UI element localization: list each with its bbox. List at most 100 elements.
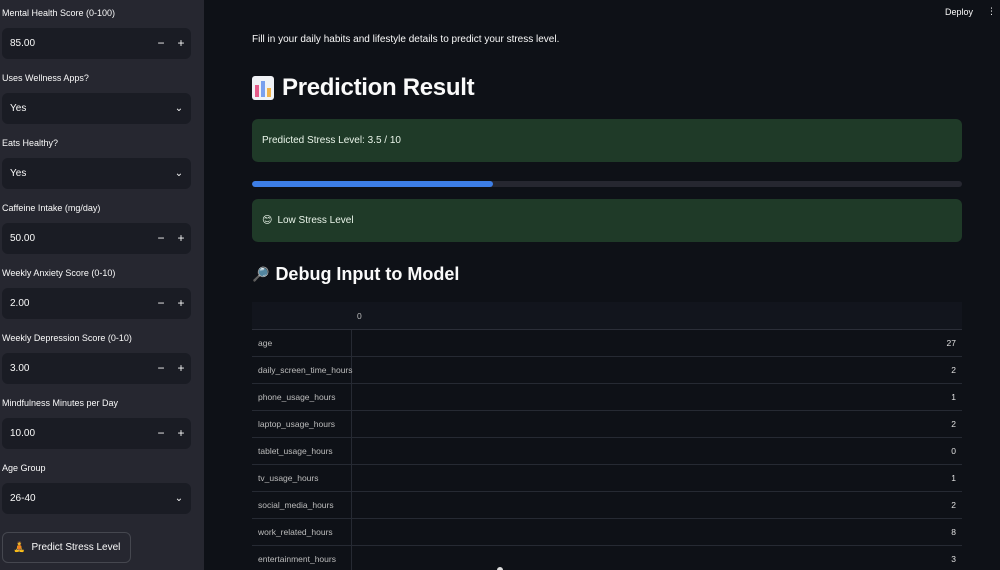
sidebar: Mental Health Score (0-100) 85.00− + Uses W… bbox=[0, 0, 204, 570]
input-value[interactable]: 26-40 bbox=[10, 493, 167, 504]
table-row[interactable]: social_media_hours 2 bbox=[252, 492, 962, 519]
progress-fill bbox=[252, 181, 494, 187]
table-row[interactable]: tablet_usage_hours 0 bbox=[252, 438, 962, 465]
predict-stress-button[interactable]: 🧘 Predict Stress Level bbox=[2, 532, 132, 563]
row-index: work_related_hours bbox=[252, 519, 352, 545]
top-bar: Deploy ⋮ bbox=[945, 6, 996, 17]
table-row[interactable]: phone_usage_hours 1 bbox=[252, 384, 962, 411]
stepper: − + bbox=[151, 418, 191, 449]
predicted-stress-alert: Predicted Stress Level: 3.5 / 10 bbox=[252, 119, 962, 162]
input-value[interactable]: Yes bbox=[10, 168, 167, 179]
table-header: 0 bbox=[252, 302, 962, 330]
plus-button[interactable]: + bbox=[171, 353, 191, 384]
debug-heading: 🔎 Debug Input to Model bbox=[252, 264, 459, 285]
row-value: 0 bbox=[951, 446, 956, 456]
row-value: 2 bbox=[951, 500, 956, 510]
minus-button[interactable]: − bbox=[151, 418, 171, 449]
row-value: 2 bbox=[951, 365, 956, 375]
debug-dataframe[interactable]: 0 age 27 daily_screen_time_hours 2 phone_usa… bbox=[252, 302, 962, 570]
row-index: age bbox=[252, 330, 352, 356]
select-dropdown[interactable]: Yes ⌄ bbox=[2, 158, 191, 189]
predict-button-label: Predict Stress Level bbox=[31, 542, 121, 553]
plus-button[interactable]: + bbox=[171, 288, 191, 319]
table-row[interactable]: entertainment_hours 3 bbox=[252, 546, 962, 570]
row-index: tablet_usage_hours bbox=[252, 438, 352, 464]
field-label: Weekly Anxiety Score (0-10) bbox=[2, 268, 116, 278]
column-header[interactable]: 0 bbox=[352, 311, 362, 321]
sidebar-field: Weekly Anxiety Score (0-10) 2.00− + bbox=[2, 266, 191, 319]
row-value: 27 bbox=[946, 338, 956, 348]
deploy-button[interactable]: Deploy bbox=[945, 7, 973, 17]
number-input[interactable]: 85.00− + bbox=[2, 28, 191, 59]
smile-icon: 😊 bbox=[262, 215, 273, 226]
table-row[interactable]: tv_usage_hours 1 bbox=[252, 465, 962, 492]
sidebar-field: Mindfulness Minutes per Day 10.00− + bbox=[2, 396, 191, 449]
row-value: 2 bbox=[951, 419, 956, 429]
row-index: phone_usage_hours bbox=[252, 384, 352, 410]
input-value[interactable]: 3.00 bbox=[10, 363, 151, 374]
input-value[interactable]: 2.00 bbox=[10, 298, 151, 309]
number-input[interactable]: 2.00− + bbox=[2, 288, 191, 319]
minus-button[interactable]: − bbox=[151, 28, 171, 59]
table-row[interactable]: age 27 bbox=[252, 330, 962, 357]
meditation-icon: 🧘 bbox=[13, 542, 26, 553]
sidebar-field: Eats Healthy? Yes ⌄ bbox=[2, 136, 191, 189]
select-dropdown[interactable]: 26-40 ⌄ bbox=[2, 483, 191, 514]
field-label: Eats Healthy? bbox=[2, 138, 59, 148]
stress-level-alert: 😊 Low Stress Level bbox=[252, 199, 962, 242]
sidebar-field: Caffeine Intake (mg/day) 50.00− + bbox=[2, 201, 191, 254]
sidebar-field: Mental Health Score (0-100) 85.00− + bbox=[2, 6, 191, 59]
magnifier-icon: 🔎 bbox=[252, 266, 270, 282]
row-value: 3 bbox=[951, 554, 956, 564]
app: Mental Health Score (0-100) 85.00− + Uses W… bbox=[0, 0, 1000, 570]
input-value[interactable]: Yes bbox=[10, 103, 167, 114]
prediction-title: Prediction Result bbox=[282, 74, 475, 101]
row-value: 1 bbox=[951, 473, 956, 483]
table-row[interactable]: laptop_usage_hours 2 bbox=[252, 411, 962, 438]
row-value: 1 bbox=[951, 392, 956, 402]
chevron-down-icon[interactable]: ⌄ bbox=[167, 168, 191, 179]
number-input[interactable]: 3.00− + bbox=[2, 353, 191, 384]
bar-chart-icon bbox=[252, 76, 274, 100]
row-index: social_media_hours bbox=[252, 492, 352, 518]
stress-progress-bar bbox=[252, 181, 962, 187]
table-row[interactable]: daily_screen_time_hours 2 bbox=[252, 357, 962, 384]
stepper: − + bbox=[151, 223, 191, 254]
sidebar-field: Uses Wellness Apps? Yes ⌄ bbox=[2, 71, 191, 124]
chevron-down-icon[interactable]: ⌄ bbox=[167, 493, 191, 504]
plus-button[interactable]: + bbox=[171, 28, 191, 59]
minus-button[interactable]: − bbox=[151, 223, 171, 254]
input-value[interactable]: 10.00 bbox=[10, 428, 151, 439]
select-dropdown[interactable]: Yes ⌄ bbox=[2, 93, 191, 124]
field-label: Age Group bbox=[2, 463, 46, 473]
stepper: − + bbox=[151, 353, 191, 384]
number-input[interactable]: 10.00− + bbox=[2, 418, 191, 449]
row-index: entertainment_hours bbox=[252, 546, 352, 570]
stress-level-text: Low Stress Level bbox=[277, 215, 354, 226]
main-menu-icon[interactable]: ⋮ bbox=[987, 6, 996, 17]
sidebar-field: Age Group 26-40 ⌄ bbox=[2, 461, 191, 514]
stepper: − + bbox=[151, 288, 191, 319]
table-row[interactable]: work_related_hours 8 bbox=[252, 519, 962, 546]
row-index: tv_usage_hours bbox=[252, 465, 352, 491]
predicted-stress-text: Predicted Stress Level: 3.5 / 10 bbox=[262, 135, 401, 146]
input-value[interactable]: 85.00 bbox=[10, 38, 151, 49]
stepper: − + bbox=[151, 28, 191, 59]
row-index: laptop_usage_hours bbox=[252, 411, 352, 437]
main-content: Deploy ⋮ Fill in your daily habits and l… bbox=[204, 0, 1000, 570]
minus-button[interactable]: − bbox=[151, 353, 171, 384]
field-label: Caffeine Intake (mg/day) bbox=[2, 203, 101, 213]
plus-button[interactable]: + bbox=[171, 223, 191, 254]
field-label: Uses Wellness Apps? bbox=[2, 73, 89, 83]
minus-button[interactable]: − bbox=[151, 288, 171, 319]
input-value[interactable]: 50.00 bbox=[10, 233, 151, 244]
row-index: daily_screen_time_hours bbox=[252, 357, 353, 383]
number-input[interactable]: 50.00− + bbox=[2, 223, 191, 254]
prediction-heading: Prediction Result bbox=[252, 74, 475, 102]
sidebar-field: Weekly Depression Score (0-10) 3.00− + bbox=[2, 331, 191, 384]
chevron-down-icon[interactable]: ⌄ bbox=[167, 103, 191, 114]
field-label: Weekly Depression Score (0-10) bbox=[2, 333, 132, 343]
field-label: Mental Health Score (0-100) bbox=[2, 8, 116, 18]
row-value: 8 bbox=[951, 527, 956, 537]
plus-button[interactable]: + bbox=[171, 418, 191, 449]
